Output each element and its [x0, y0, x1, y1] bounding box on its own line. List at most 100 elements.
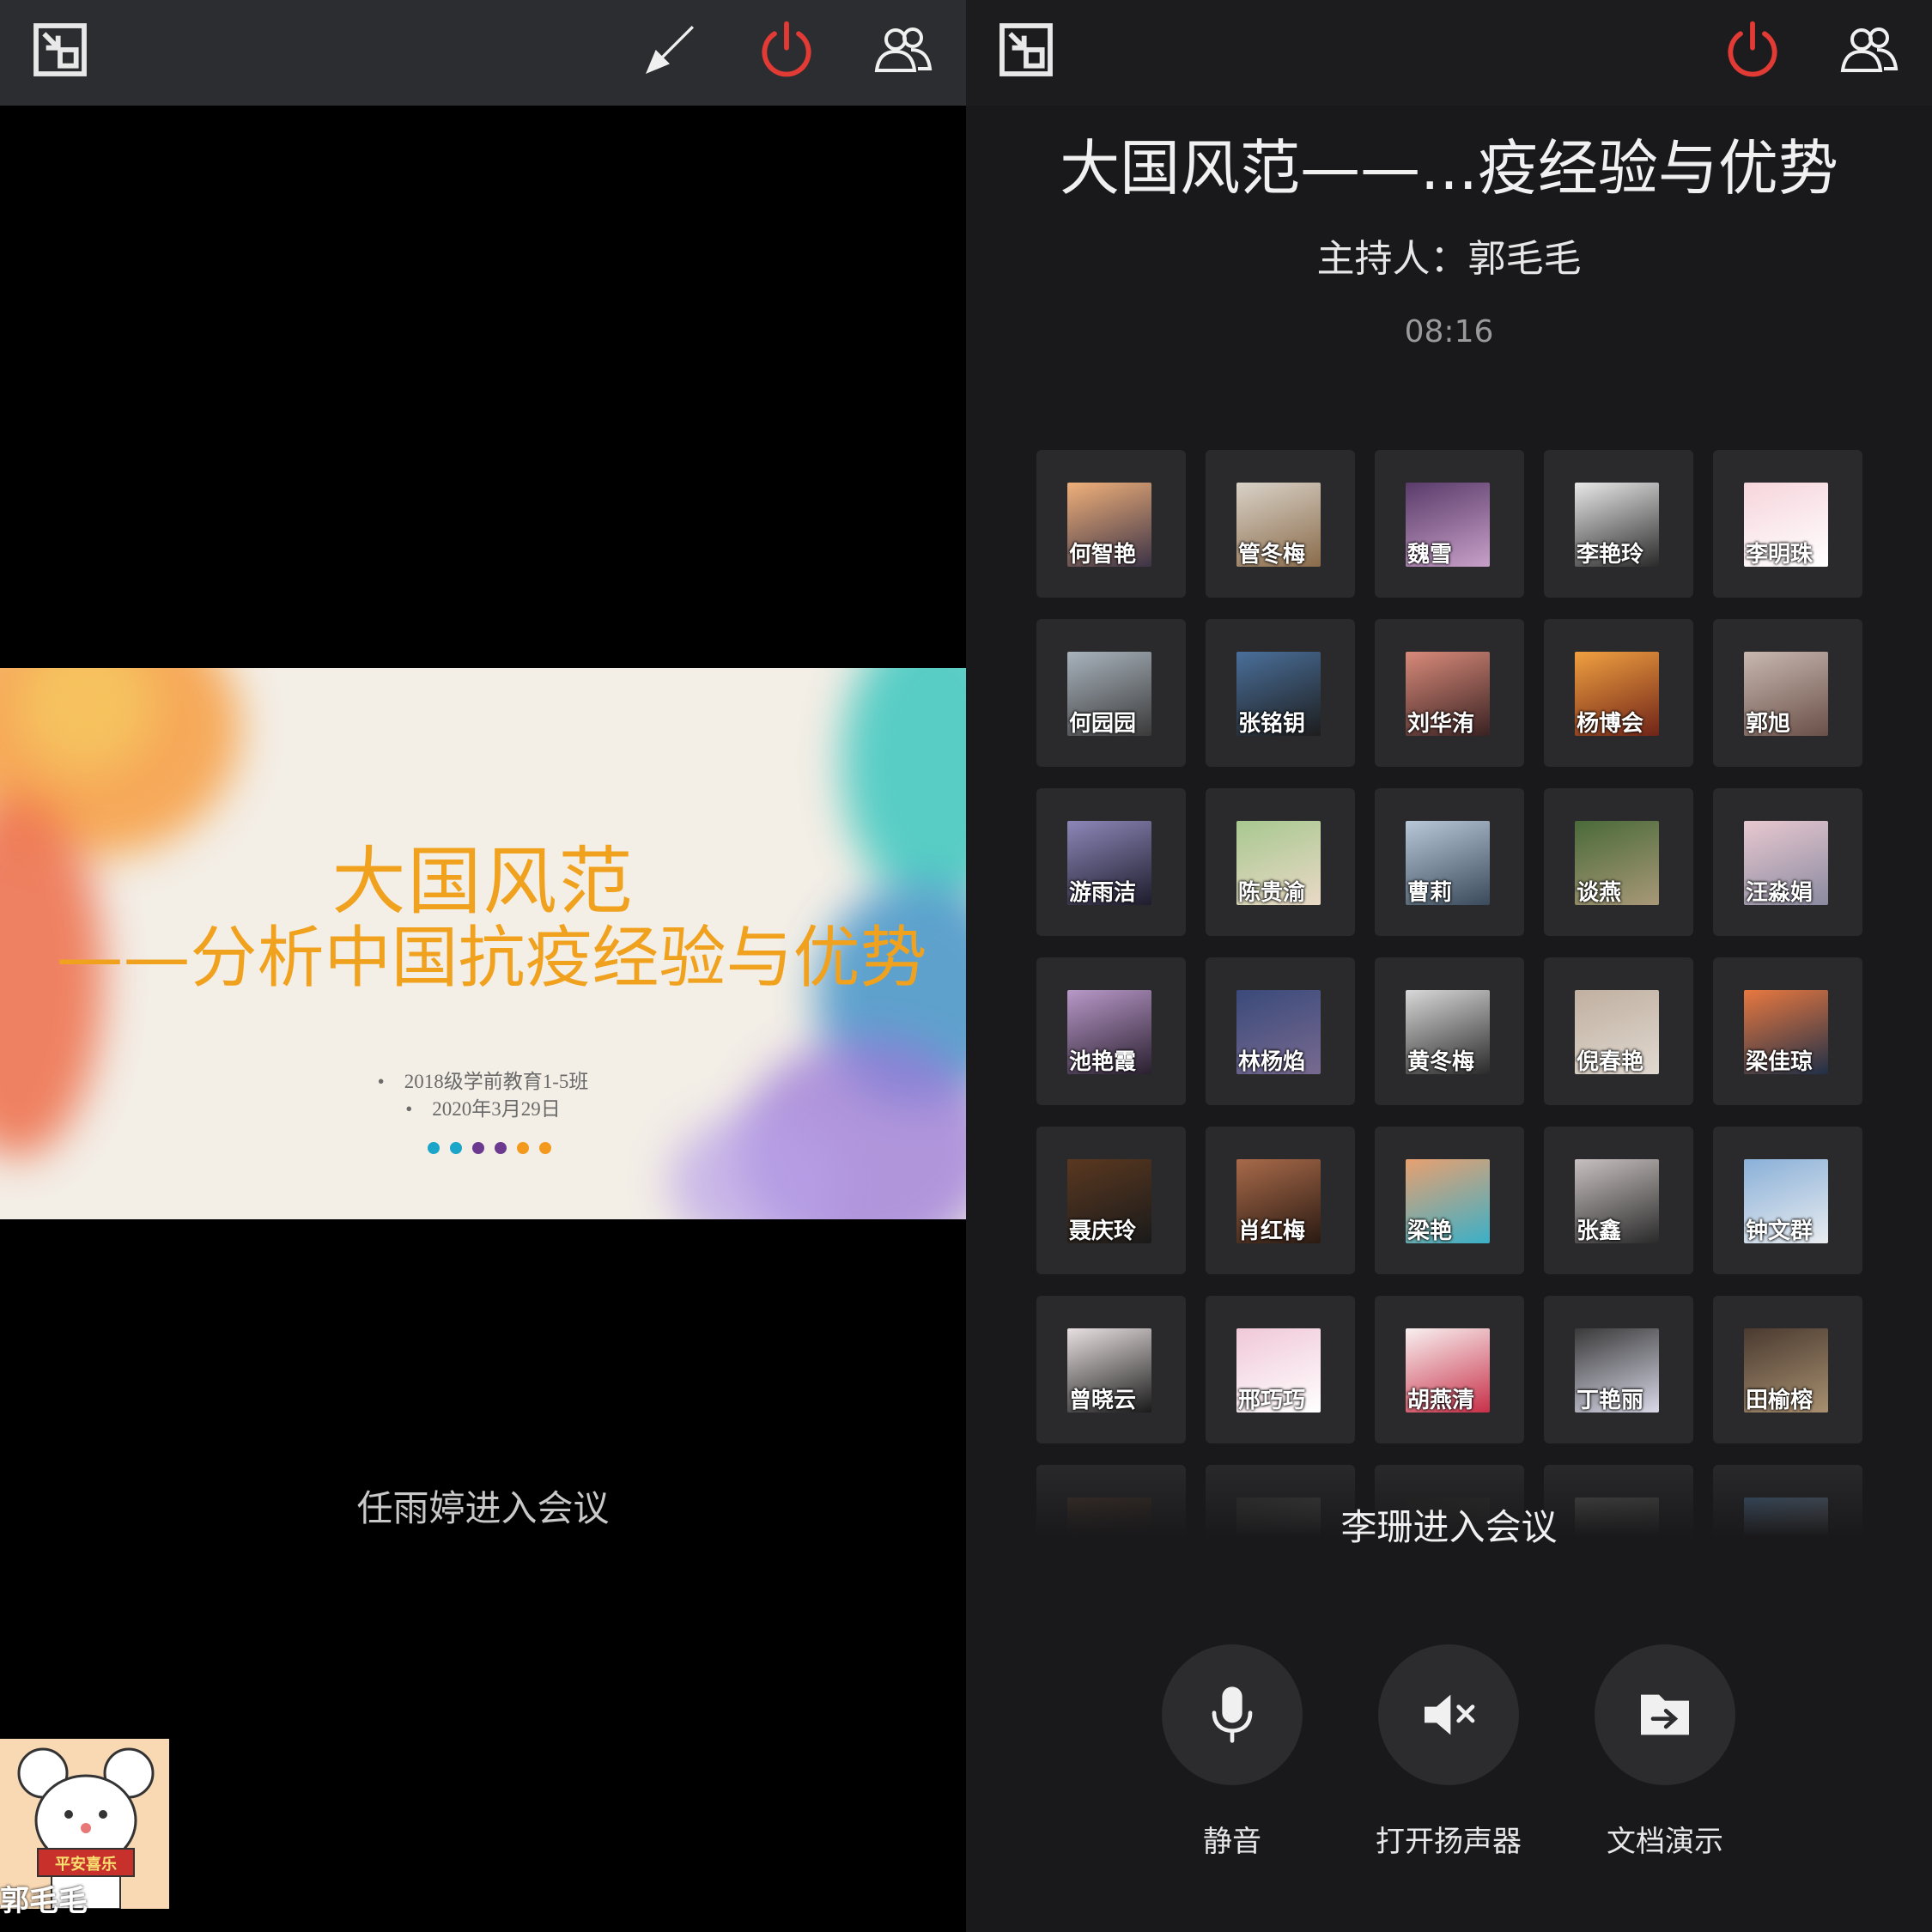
- power-icon[interactable]: [752, 15, 821, 84]
- participant-name: 何园园: [1069, 711, 1137, 737]
- participant-tile[interactable]: 田榆榕: [1713, 1296, 1862, 1443]
- participants-icon[interactable]: [869, 15, 938, 84]
- participant-tile[interactable]: 曾晓云: [1036, 1296, 1186, 1443]
- participant-tile[interactable]: 管冬梅: [1206, 450, 1355, 598]
- participant-name: 梁艳: [1407, 1218, 1453, 1244]
- participant-name: 曹莉: [1407, 880, 1453, 906]
- participant-name: 刘华洧: [1407, 711, 1475, 737]
- participant-tile[interactable]: 梁艳: [1375, 1127, 1524, 1274]
- slide-dot: [517, 1142, 529, 1154]
- participant-tile[interactable]: 胡燕清: [1375, 1296, 1524, 1443]
- speaker-label: 打开扬声器: [1376, 1825, 1522, 1859]
- participant-tile[interactable]: 聂庆玲: [1036, 1127, 1186, 1274]
- participant-name: 丁艳丽: [1577, 1388, 1644, 1413]
- join-notice: 李珊进入会议: [1340, 1506, 1558, 1548]
- participant-tile[interactable]: 何园园: [1036, 619, 1186, 767]
- participant-name: 胡燕清: [1407, 1388, 1475, 1413]
- participant-tile[interactable]: 邢巧巧: [1206, 1296, 1355, 1443]
- left-top-bar: [0, 0, 966, 106]
- participant-name: 肖红梅: [1238, 1218, 1306, 1244]
- participant-tile[interactable]: 李艳玲: [1544, 450, 1693, 598]
- host-label: 主持人：郭毛毛: [1316, 237, 1582, 281]
- slide-dot: [495, 1142, 507, 1154]
- participant-tile[interactable]: 曹莉: [1375, 788, 1524, 936]
- participant-tile[interactable]: 谈燕: [1544, 788, 1693, 936]
- participant-tile[interactable]: 魏雪: [1375, 450, 1524, 598]
- participant-name: 李艳玲: [1577, 542, 1644, 568]
- document-share-label: 文档演示: [1607, 1825, 1723, 1859]
- participant-tile[interactable]: 肖红梅: [1206, 1127, 1355, 1274]
- participant-name: 曾晓云: [1069, 1388, 1137, 1413]
- participant-name: 陈贵渝: [1238, 880, 1306, 906]
- join-notice: 任雨婷进入会议: [356, 1487, 610, 1529]
- slide-bullet-class-text: 2018级学前教育1-5班: [404, 1071, 589, 1092]
- mute-button[interactable]: [1162, 1644, 1303, 1785]
- participant-name: 田榆榕: [1746, 1388, 1814, 1413]
- participant-tile[interactable]: 池艳霞: [1036, 957, 1186, 1105]
- participant-tile[interactable]: 刘华洧: [1375, 619, 1524, 767]
- participant-tile[interactable]: 陈贵渝: [1206, 788, 1355, 936]
- speaker-muted-icon: [1425, 1694, 1475, 1735]
- participant-name: 林杨焰: [1238, 1049, 1306, 1075]
- slide-dot: [539, 1142, 551, 1154]
- participant-tile[interactable]: 黄冬梅: [1375, 957, 1524, 1105]
- document-share-button[interactable]: [1595, 1644, 1735, 1785]
- slide-bullet-class: • 2018级学前教育1-5班: [377, 1071, 589, 1092]
- participant-tile[interactable]: 张铭钥: [1206, 619, 1355, 767]
- participant-name: 聂庆玲: [1069, 1218, 1137, 1244]
- minimize-window-icon[interactable]: [26, 15, 94, 84]
- participant-name: 杨博会: [1577, 711, 1644, 737]
- participant-name: 魏雪: [1407, 542, 1453, 568]
- microphone-icon: [1212, 1686, 1253, 1743]
- folder-share-icon: [1641, 1694, 1689, 1735]
- participant-name: 张鑫: [1577, 1218, 1622, 1244]
- participant-tile[interactable]: 梁佳琼: [1713, 957, 1862, 1105]
- participant-name: 倪春艳: [1577, 1049, 1644, 1075]
- participant-name: 梁佳琼: [1746, 1049, 1814, 1075]
- participant-tile[interactable]: 郭旭: [1713, 619, 1862, 767]
- participant-name: 何智艳: [1069, 542, 1137, 568]
- self-badge-text: 平安喜乐: [55, 1856, 117, 1874]
- slide-dot: [450, 1142, 462, 1154]
- participant-tile[interactable]: 张鑫: [1544, 1127, 1693, 1274]
- participant-name: 管冬梅: [1238, 542, 1306, 568]
- slide-dot: [428, 1142, 440, 1154]
- right-top-bar: [966, 0, 1932, 106]
- slide-dot: [472, 1142, 484, 1154]
- participant-name: 黄冬梅: [1407, 1049, 1475, 1075]
- slide-dots: [428, 1142, 551, 1154]
- participant-tile[interactable]: 李明珠: [1713, 450, 1862, 598]
- slide-bullet-date: • 2020年3月29日: [405, 1098, 561, 1120]
- participant-name: 池艳霞: [1069, 1049, 1137, 1075]
- slide-title-line2: ——分析中国抗疫经验与优势: [56, 920, 927, 997]
- participant-tile[interactable]: 游雨洁: [1036, 788, 1186, 936]
- participant-tile[interactable]: 林杨焰: [1206, 957, 1355, 1105]
- participant-tile[interactable]: 汪淼娟: [1713, 788, 1862, 936]
- participant-name: 郭旭: [1746, 711, 1791, 737]
- participant-tile[interactable]: 何智艳: [1036, 450, 1186, 598]
- self-name-label: 郭毛毛: [0, 1884, 88, 1918]
- shared-slide: 大国风范 ——分析中国抗疫经验与优势 • 2018级学前教育1-5班 • 202…: [0, 668, 966, 1219]
- meeting-panel: 大国风范——...疫经验与优势 主持人：郭毛毛 08:16 何智艳 管冬梅 魏雪 李艳…: [966, 0, 1932, 1932]
- participant-tile[interactable]: 杨博会: [1544, 619, 1693, 767]
- arrow-down-left-icon[interactable]: [635, 15, 704, 84]
- meeting-title: 大国风范——...疫经验与优势: [1060, 133, 1838, 204]
- minimize-window-icon[interactable]: [992, 15, 1060, 84]
- participant-tile[interactable]: 丁艳丽: [1544, 1296, 1693, 1443]
- participant-name: 李明珠: [1746, 542, 1814, 568]
- participant-name: 钟文群: [1746, 1218, 1814, 1244]
- participant-name: 邢巧巧: [1238, 1388, 1306, 1413]
- participant-name: 张铭钥: [1238, 711, 1306, 737]
- mute-label: 静音: [1203, 1825, 1261, 1859]
- participant-name: 谈燕: [1577, 880, 1622, 906]
- participant-name: 游雨洁: [1069, 880, 1137, 906]
- participant-tile[interactable]: 倪春艳: [1544, 957, 1693, 1105]
- speaker-button[interactable]: [1378, 1644, 1519, 1785]
- slide-bullet-date-text: 2020年3月29日: [432, 1098, 561, 1120]
- participant-tile[interactable]: 钟文群: [1713, 1127, 1862, 1274]
- participant-name: 汪淼娟: [1746, 880, 1814, 906]
- presentation-panel: 大国风范 ——分析中国抗疫经验与优势 • 2018级学前教育1-5班 • 202…: [0, 0, 966, 1932]
- participants-icon[interactable]: [1835, 15, 1904, 84]
- power-icon[interactable]: [1718, 15, 1787, 84]
- meeting-timer: 08:16: [1404, 314, 1494, 349]
